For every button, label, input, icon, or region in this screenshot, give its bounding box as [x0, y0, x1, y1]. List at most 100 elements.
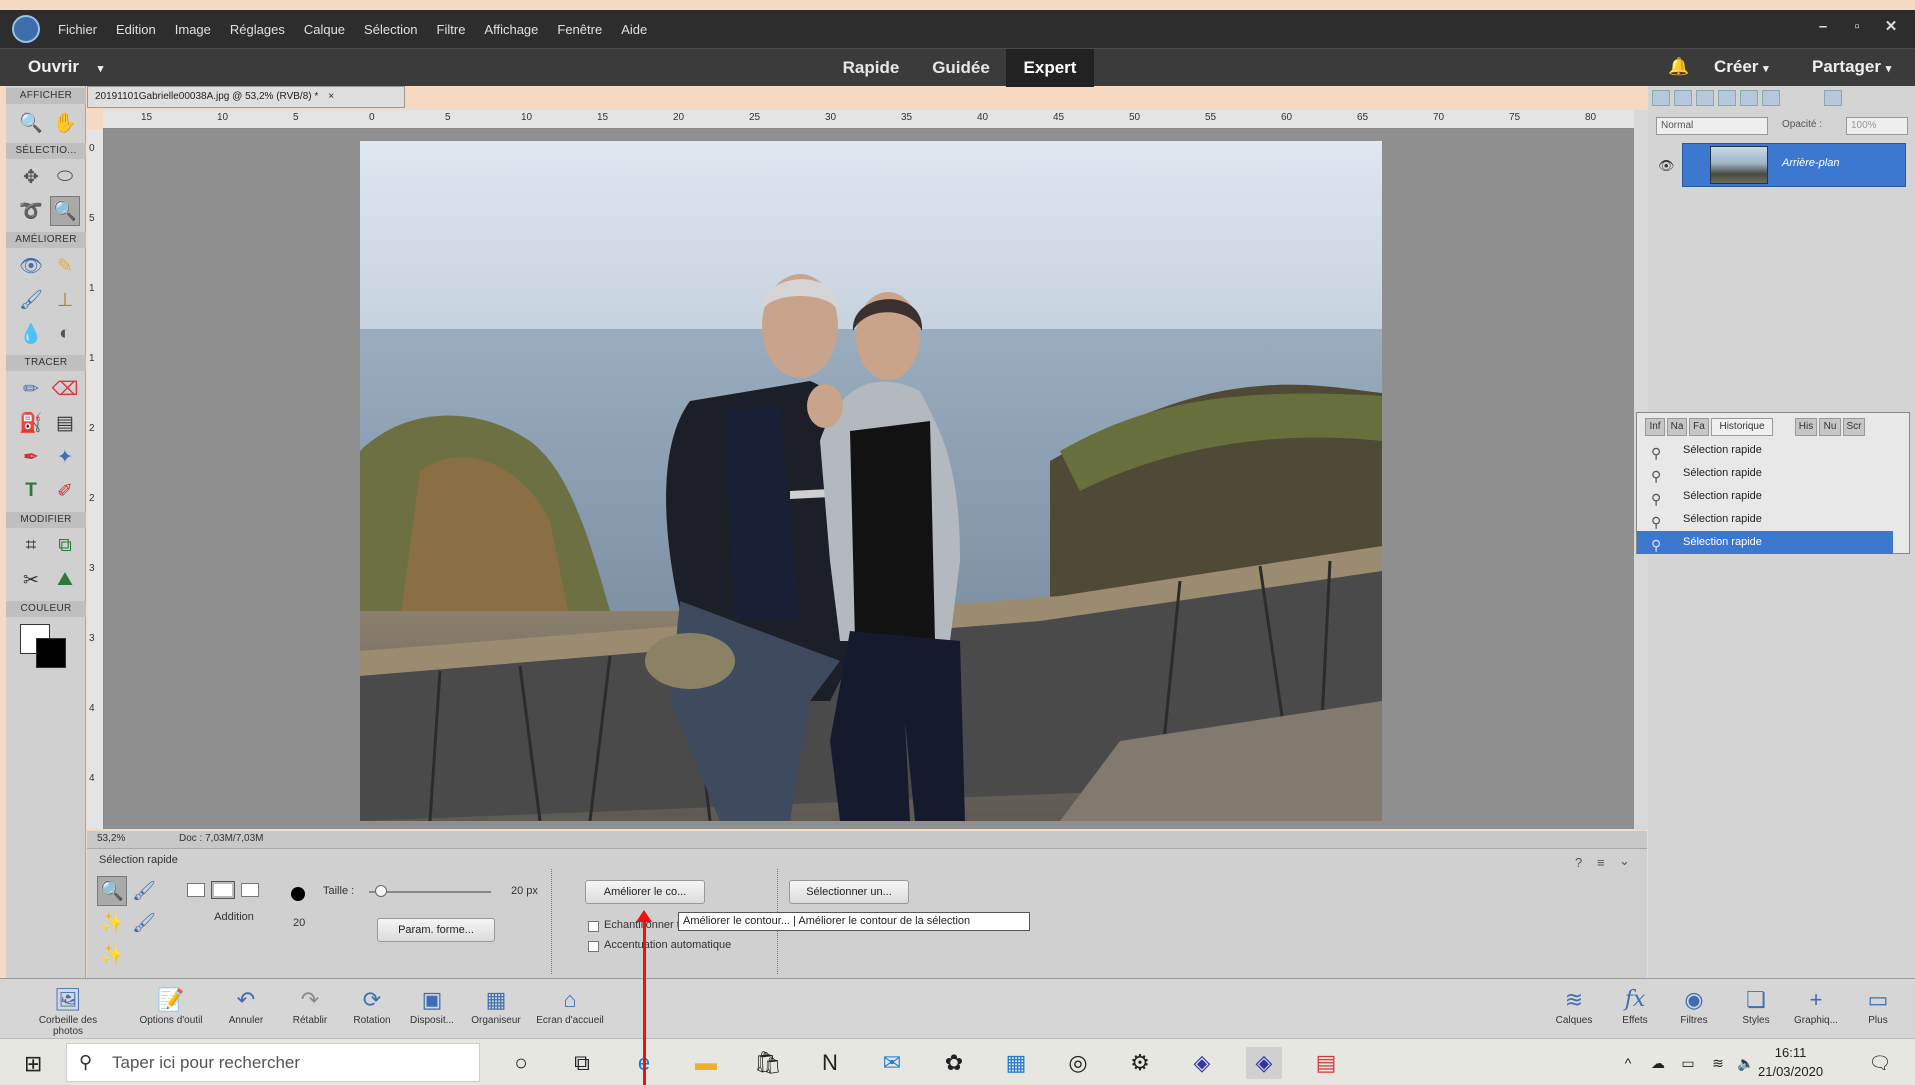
menu-layer[interactable]: Calque [304, 22, 345, 37]
gradient-tool-icon[interactable]: ▤ [50, 408, 80, 438]
trash-icon[interactable] [1824, 90, 1842, 106]
layer-name[interactable]: Arrière-plan [1782, 157, 1839, 169]
new-selection-icon[interactable] [187, 883, 205, 897]
maximize-icon[interactable]: ▫ [1843, 14, 1871, 38]
size-slider-knob[interactable] [375, 885, 388, 897]
crop-tool-icon[interactable]: ⌗ [16, 531, 46, 561]
foreground-color-swatch[interactable] [36, 638, 66, 668]
layer-mask-icon[interactable] [1718, 90, 1736, 106]
taskbar-search-input[interactable]: ⚲ Taper ici pour rechercher [66, 1043, 480, 1082]
adjustment-layer-icon[interactable] [1696, 90, 1714, 106]
new-group-icon[interactable] [1674, 90, 1692, 106]
menu-image[interactable]: Image [175, 22, 211, 37]
eraser-tool-icon[interactable]: ⌫ [50, 374, 80, 404]
menu-help[interactable]: Aide [621, 22, 647, 37]
shape-tool-icon[interactable]: ✦ [50, 442, 80, 472]
tab-expert[interactable]: Expert [1006, 49, 1094, 87]
tab-scripts[interactable]: Scr [1843, 418, 1865, 436]
size-slider[interactable] [369, 891, 491, 893]
create-button[interactable]: Créer ▾ [1714, 57, 1769, 77]
tab-history[interactable]: Historique [1711, 418, 1773, 436]
sample-all-layers-checkbox[interactable] [588, 921, 599, 932]
hand-tool-icon[interactable]: ✋ [50, 108, 80, 138]
auto-selection-option-icon[interactable]: ✨ [97, 940, 127, 970]
move-tool-icon[interactable]: ✥ [16, 162, 46, 192]
brush-tool-icon[interactable]: ✏ [16, 374, 46, 404]
options-menu-icon[interactable]: ≡ [1597, 855, 1605, 870]
menu-edit[interactable]: Edition [116, 22, 156, 37]
zoom-readout[interactable]: 53,2% [97, 833, 125, 844]
lasso-tool-icon[interactable]: ➰ [16, 196, 46, 226]
text-tool-icon[interactable]: T [16, 476, 46, 506]
menu-filter[interactable]: Filtre [437, 22, 466, 37]
quick-selection-tool-icon[interactable]: 🔍 [50, 196, 80, 226]
photoshop-elements-editor-icon[interactable]: ◈ [1246, 1047, 1282, 1079]
healing-brush-icon[interactable]: ✎ [50, 251, 80, 281]
opacity-input[interactable]: 100% [1846, 117, 1908, 135]
new-layer-icon[interactable] [1652, 90, 1670, 106]
blend-mode-select[interactable]: Normal [1656, 117, 1768, 135]
refine-brush-option-icon[interactable]: 🖌 [129, 908, 159, 938]
eyedropper-icon[interactable]: ✒ [16, 442, 46, 472]
menu-view[interactable]: Affichage [484, 22, 538, 37]
calendar-icon[interactable]: ▦ [998, 1047, 1034, 1079]
auto-enhance-checkbox[interactable] [588, 941, 599, 952]
tool-options-button[interactable]: 📝 Options d'outil [135, 985, 207, 1026]
close-tab-icon[interactable]: × [328, 91, 334, 102]
undo-button[interactable]: ↶ Annuler [210, 985, 282, 1026]
home-screen-button[interactable]: ⌂ Ecran d'accueil [534, 985, 606, 1026]
mail-icon[interactable]: ✉ [874, 1047, 910, 1079]
tab-guided[interactable]: Guidée [918, 49, 1004, 87]
task-view-icon[interactable]: ⧉ [564, 1047, 600, 1079]
history-item[interactable]: ⚲ Sélection rapide [1637, 439, 1893, 462]
document-tab[interactable]: 20191101Gabrielle00038A.jpg @ 53,2% (RVB… [87, 86, 405, 108]
recompose-tool-icon[interactable]: ⧉ [50, 531, 80, 561]
subtract-selection-icon[interactable] [241, 883, 259, 897]
tab-swatches[interactable]: Nu [1819, 418, 1841, 436]
tab-navigator[interactable]: Na [1667, 418, 1687, 436]
help-icon[interactable]: ? [1575, 855, 1582, 870]
paint-bucket-icon[interactable]: ⛽ [16, 408, 46, 438]
red-eye-icon[interactable]: 👁 [16, 251, 46, 281]
tab-favorites[interactable]: Fa [1689, 418, 1709, 436]
pencil-tool-icon[interactable]: ✐ [50, 476, 80, 506]
add-selection-icon[interactable] [211, 881, 235, 899]
menu-file[interactable]: Fichier [58, 22, 97, 37]
select-subject-button[interactable]: Sélectionner un... [789, 880, 909, 904]
organizer-button[interactable]: ▦ Organiseur [460, 985, 532, 1026]
content-aware-move-icon[interactable]: ✂ [16, 565, 46, 595]
open-button[interactable]: Ouvrir ▾ [28, 57, 103, 77]
refine-edge-button[interactable]: Améliorer le co... [585, 880, 705, 904]
menu-select[interactable]: Sélection [364, 22, 417, 37]
clone-stamp-icon[interactable]: ⊥ [50, 285, 80, 315]
brush-settings-button[interactable]: Param. forme... [377, 918, 495, 942]
share-button[interactable]: Partager ▾ [1812, 57, 1891, 77]
menu-adjust[interactable]: Réglages [230, 22, 285, 37]
minimize-icon[interactable]: – [1809, 14, 1837, 38]
quick-selection-option-icon[interactable]: 🔍 [97, 876, 127, 906]
cortana-icon[interactable]: ○ [503, 1047, 539, 1079]
menu-window[interactable]: Fenêtre [557, 22, 602, 37]
ellipse-marquee-icon[interactable]: ⬭ [50, 162, 80, 192]
straighten-tool-icon[interactable]: ⛰ [50, 565, 80, 595]
file-explorer-icon[interactable]: ▬ [688, 1047, 724, 1079]
sponge-tool-icon[interactable]: ◐ [50, 319, 80, 349]
onenote-icon[interactable]: N [812, 1047, 848, 1079]
bell-icon[interactable]: 🔔 [1668, 57, 1689, 77]
taskbar-clock[interactable]: 16:11 21/03/2020 [1758, 1043, 1823, 1081]
pdf-icon[interactable]: ▤ [1308, 1047, 1344, 1079]
photos-app-icon[interactable]: ✿ [936, 1047, 972, 1079]
store-icon[interactable]: 🛍 [750, 1047, 786, 1079]
notification-icon[interactable]: 🗨 [1862, 1047, 1898, 1079]
visibility-eye-icon[interactable]: 👁 [1658, 158, 1675, 174]
blur-tool-icon[interactable]: 💧 [16, 319, 46, 349]
magic-wand-option-icon[interactable]: ✨ [97, 908, 127, 938]
layout-button[interactable]: ▣ Disposit... [396, 985, 468, 1026]
selection-brush-option-icon[interactable]: 🖌 [129, 876, 159, 906]
app-icon[interactable]: ⚙ [1122, 1047, 1158, 1079]
chrome-icon[interactable]: ◎ [1060, 1047, 1096, 1079]
tab-info[interactable]: Inf [1645, 418, 1665, 436]
photo-canvas[interactable] [360, 141, 1382, 821]
more-button[interactable]: ▭ Plus [1842, 985, 1914, 1026]
chevron-down-icon[interactable]: ⌄ [1619, 853, 1630, 869]
